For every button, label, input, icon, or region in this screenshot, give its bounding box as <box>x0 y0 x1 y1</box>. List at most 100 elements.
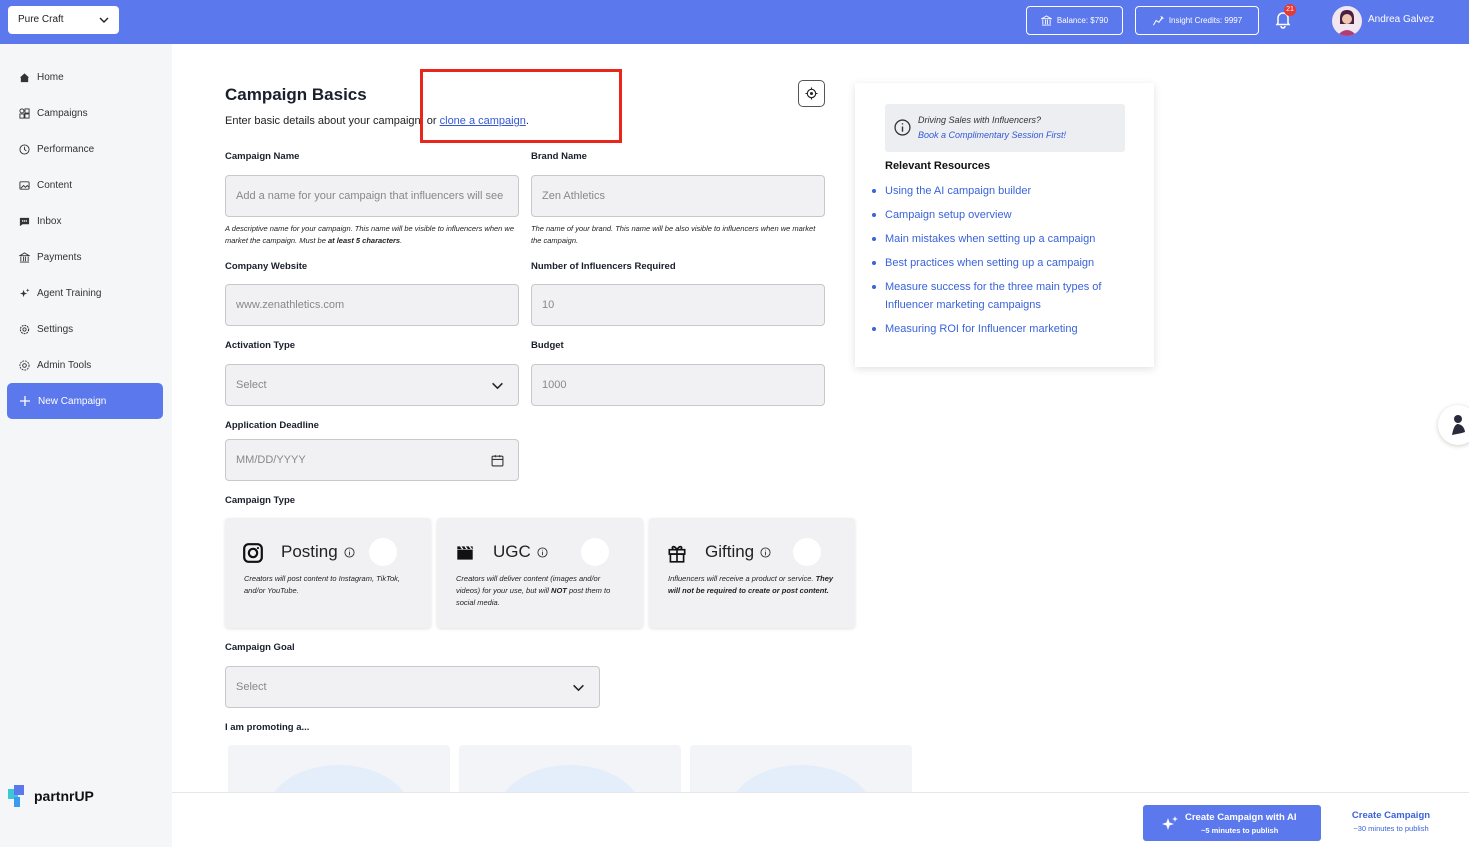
balance-button[interactable]: Balance: $790 <box>1026 6 1123 35</box>
influencers-required-label: Number of Influencers Required <box>531 261 676 272</box>
campaign-type-gifting[interactable]: Gifting Influencers will receive a produ… <box>649 518 855 628</box>
company-website-input[interactable]: www.zenathletics.com <box>225 284 519 326</box>
application-deadline-label: Application Deadline <box>225 420 319 431</box>
create-campaign-button[interactable]: Create Campaign ~30 minutes to publish <box>1343 810 1439 833</box>
ugc-description: Creators will deliver content (images an… <box>456 573 626 609</box>
campaign-type-ugc[interactable]: UGC Creators will deliver content (image… <box>437 518 643 628</box>
bank-icon <box>1040 15 1052 26</box>
create-button-sub: ~30 minutes to publish <box>1353 824 1429 833</box>
sidebar-item-admin-tools[interactable]: Admin Tools <box>7 347 163 383</box>
brand-name-input[interactable]: Zen Athletics <box>531 175 825 217</box>
promoting-label: I am promoting a... <box>225 722 310 733</box>
notification-badge: 21 <box>1284 4 1296 16</box>
create-campaign-ai-button[interactable]: Create Campaign with AI ~5 minutes to pu… <box>1143 805 1321 841</box>
campaign-name-input[interactable]: Add a name for your campaign that influe… <box>225 175 519 217</box>
logo-text: partnrUP <box>34 788 94 804</box>
ugc-radio[interactable] <box>581 538 609 566</box>
info-icon <box>894 119 911 136</box>
campaign-type-posting[interactable]: Posting Creators will post content to In… <box>225 518 431 628</box>
sidebar-item-label: Agent Training <box>37 287 102 299</box>
influencers-required-input[interactable]: 10 <box>531 284 825 326</box>
sidebar-item-performance[interactable]: Performance <box>7 131 163 167</box>
campaign-goal-value: Select <box>236 681 267 693</box>
resource-link[interactable]: Using the AI campaign builder <box>872 182 1135 200</box>
sidebar-item-home[interactable]: Home <box>7 59 163 95</box>
resource-link[interactable]: Measure success for the three main types… <box>872 278 1135 314</box>
gifting-desc-text: Influencers will receive a product or se… <box>668 574 816 583</box>
sidebar-item-settings[interactable]: Settings <box>7 311 163 347</box>
brand-name-label: Brand Name <box>531 151 587 162</box>
campaign-type-title: Posting <box>281 542 355 562</box>
posting-radio[interactable] <box>369 538 397 566</box>
sparkle-icon <box>1162 816 1178 830</box>
application-deadline-input[interactable]: MM/DD/YYYY <box>225 439 519 481</box>
resource-link[interactable]: Main mistakes when setting up a campaign <box>872 230 1135 248</box>
chevron-down-icon <box>492 382 503 390</box>
resource-link[interactable]: Campaign setup overview <box>872 206 1135 224</box>
activation-type-label: Activation Type <box>225 340 296 351</box>
gifting-title: Gifting <box>705 542 755 561</box>
ugc-title: UGC <box>493 542 531 561</box>
partnrup-logo-icon <box>8 785 24 807</box>
gift-icon <box>668 545 686 563</box>
chevron-down-icon <box>573 684 584 692</box>
sparkle-icon <box>19 287 30 297</box>
promo-link[interactable]: Book a Complimentary Session First! <box>918 130 1066 140</box>
target-button[interactable] <box>798 80 825 107</box>
resource-link[interactable]: Measuring ROI for Influencer marketing <box>872 320 1135 338</box>
sidebar-item-label: Payments <box>37 251 82 263</box>
campaign-name-help: A descriptive name for your campaign. Th… <box>225 223 521 247</box>
help-end: . <box>400 236 403 245</box>
sidebar-item-campaigns[interactable]: Campaigns <box>7 95 163 131</box>
chevron-down-icon <box>99 17 109 23</box>
ai-button-sub: ~5 minutes to publish <box>1201 826 1279 835</box>
highlight-box <box>420 69 622 143</box>
logo[interactable]: partnrUP <box>8 785 94 807</box>
budget-label: Budget <box>531 340 564 351</box>
user-avatar-icon <box>1337 10 1357 36</box>
gifting-radio[interactable] <box>793 538 821 566</box>
balance-label: Balance: $790 <box>1056 16 1109 25</box>
campaign-type-title: UGC <box>493 542 548 562</box>
clock-icon <box>19 143 30 155</box>
sidebar-item-label: Performance <box>37 143 95 155</box>
deadline-value: MM/DD/YYYY <box>236 454 306 466</box>
insight-credits-button[interactable]: Insight Credits: 9997 <box>1135 6 1259 35</box>
new-campaign-button[interactable]: New Campaign <box>7 383 163 419</box>
avatar[interactable] <box>1332 6 1362 36</box>
image-icon <box>19 180 30 190</box>
gear-icon <box>19 324 30 334</box>
budget-input[interactable]: 1000 <box>531 364 825 406</box>
sidebar-item-inbox[interactable]: Inbox <box>7 203 163 239</box>
sidebar-item-payments[interactable]: Payments <box>7 239 163 275</box>
posting-title: Posting <box>281 542 338 561</box>
sidebar-item-agent-training[interactable]: Agent Training <box>7 275 163 311</box>
activation-type-value: Select <box>236 379 267 391</box>
resources-title: Relevant Resources <box>885 160 991 172</box>
activation-type-select[interactable]: Select <box>225 364 519 406</box>
clapperboard-icon <box>457 545 473 560</box>
page-title: Campaign Basics <box>225 85 367 104</box>
sidebar-item-content[interactable]: Content <box>7 167 163 203</box>
top-bar: Pure Craft Balance: $790 Insight Credits… <box>0 0 1469 44</box>
sidebar-item-label: Inbox <box>37 215 62 227</box>
info-icon[interactable] <box>537 546 548 558</box>
workspace-name: Pure Craft <box>18 14 64 25</box>
campaign-type-label: Campaign Type <box>225 495 296 506</box>
campaign-goal-label: Campaign Goal <box>225 642 295 653</box>
insight-credits-label: Insight Credits: 9997 <box>1168 16 1243 25</box>
workspace-selector[interactable]: Pure Craft <box>8 6 119 34</box>
campaign-type-title: Gifting <box>705 542 771 562</box>
info-icon[interactable] <box>760 546 771 558</box>
new-campaign-label: New Campaign <box>38 395 107 407</box>
promo-banner[interactable]: Driving Sales with Influencers? Book a C… <box>885 104 1125 152</box>
info-icon[interactable] <box>344 546 355 558</box>
resource-link[interactable]: Best practices when setting up a campaig… <box>872 254 1135 272</box>
assistant-float-button[interactable] <box>1438 405 1469 445</box>
calendar-icon[interactable] <box>491 454 504 467</box>
instagram-icon <box>243 543 263 563</box>
admin-gear-icon <box>19 359 30 371</box>
help-bold: at least 5 characters <box>327 236 401 245</box>
create-button-label: Create Campaign <box>1351 810 1431 821</box>
campaign-goal-select[interactable]: Select <box>225 666 600 708</box>
